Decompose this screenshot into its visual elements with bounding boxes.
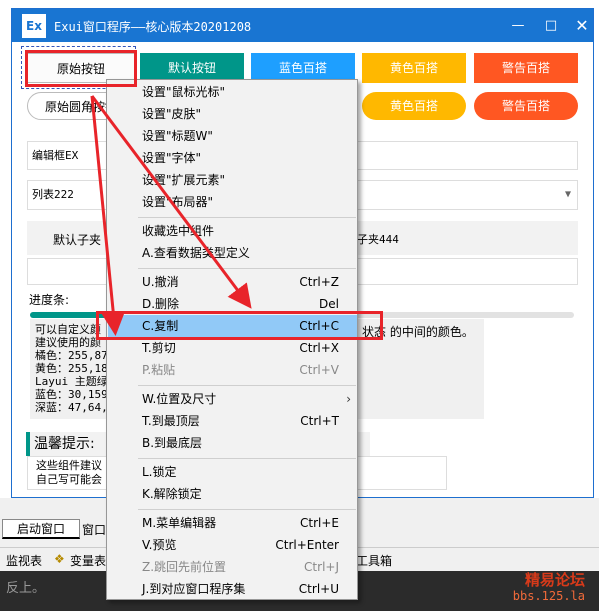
arrow-to-copy-box [90, 95, 126, 336]
annotation-arrows [90, 95, 252, 336]
arrow-to-copy [90, 95, 252, 309]
